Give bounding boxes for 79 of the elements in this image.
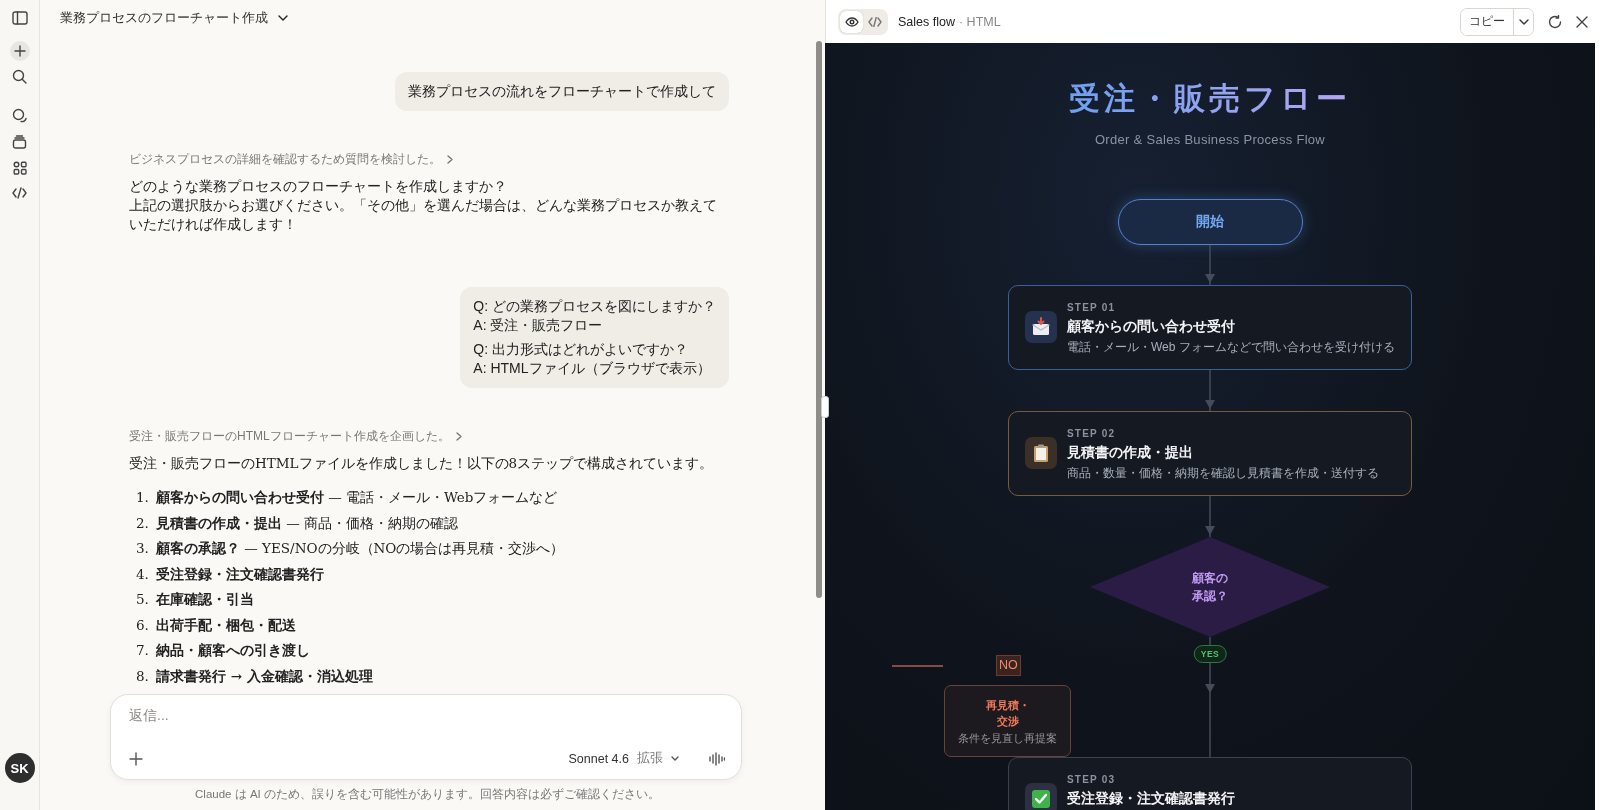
list-item-text: 顧客からの問い合わせ受付 — 電話・メール・Webフォームなど <box>156 488 558 507</box>
response-paragraph: 受注・販売フローのHTMLファイルを作成しました！以下の8ステップで構成されています。 <box>129 454 715 473</box>
artifact-title: Sales flow <box>898 14 955 29</box>
close-icon[interactable] <box>1576 15 1588 28</box>
list-number: 1. <box>136 488 148 507</box>
message-text: A: 受注・販売フロー <box>473 316 604 335</box>
envelope-icon <box>1030 316 1052 338</box>
step-description: 商品・数量・価格・納期を確認し見積書を作成・送付する <box>1067 465 1379 482</box>
step-number: STEP 02 <box>1067 428 1117 440</box>
list-number: 2. <box>136 513 148 533</box>
thinking-summary-text[interactable]: ビジネスプロセスの詳細を確認するため質問を検討した。 <box>129 151 441 168</box>
code-icon <box>867 16 882 27</box>
flowchart-subtitle: Order & Sales Business Process Flow <box>1094 131 1326 149</box>
list-item-text: 顧客の承認？ — YES/NOの分岐（NOの場合は再見積・交渉へ） <box>156 539 565 558</box>
message-text: Q: 出力形式はどれがよいですか？ <box>473 340 689 359</box>
step-title: 見積書の作成・提出 <box>1067 444 1194 460</box>
conversation-title[interactable]: 業務プロセスのフローチャート作成 <box>60 9 268 27</box>
yes-label: YES <box>1193 645 1227 663</box>
model-name: Sonnet 4.6 <box>568 751 629 766</box>
checkmark-icon <box>1030 788 1052 810</box>
user-avatar[interactable]: SK <box>4 753 35 783</box>
model-selector[interactable]: Sonnet 4.6 拡張 <box>568 750 679 767</box>
list-item-text: 見積書の作成・提出 — 商品・価格・納期の確認 <box>156 513 459 533</box>
connector-arrow <box>1204 370 1216 411</box>
new-chat-button[interactable] <box>9 41 30 61</box>
message-text: 業務プロセスの流れをフローチャートで作成して <box>408 82 716 101</box>
thinking-summary[interactable]: ビジネスプロセスの詳細を確認するため質問を検討した。 <box>129 151 729 168</box>
copy-options-button[interactable] <box>1513 8 1533 35</box>
list-number: 8. <box>136 666 148 686</box>
message-text: Q: どの業務プロセスを図にしますか？ <box>473 297 716 316</box>
eye-icon <box>844 16 859 27</box>
plus-icon[interactable] <box>129 751 143 766</box>
grid-icon[interactable] <box>12 161 27 175</box>
step-number: STEP 01 <box>1067 302 1117 314</box>
step-title: 顧客からの問い合わせ受付 <box>1067 318 1236 334</box>
chevron-down-icon <box>671 756 679 761</box>
artifact-type: · HTML <box>959 14 1001 29</box>
step-title: 受注登録・注文確認書発行 <box>1067 790 1235 806</box>
list-number: 5. <box>136 590 148 609</box>
chevron-down-icon[interactable] <box>278 15 288 21</box>
connector-arrow <box>1204 245 1216 285</box>
no-branch-line <box>892 665 943 667</box>
reply-input-field[interactable]: 返信... <box>129 707 725 723</box>
thinking-summary[interactable]: 受注・販売フローのHTMLフローチャート作成を企画した。 <box>129 428 729 445</box>
scrollbar-thumb[interactable] <box>816 41 822 598</box>
voice-waveform-icon[interactable] <box>709 751 725 766</box>
stack-icon[interactable] <box>12 135 27 149</box>
list-item-text: 在庫確認・引当 <box>156 590 254 609</box>
list-item-text: 出荷手配・梱包・配送 <box>156 615 296 635</box>
code-icon[interactable] <box>12 187 27 199</box>
chevron-right-icon[interactable] <box>455 432 462 441</box>
sidebar-toggle-icon[interactable] <box>11 11 28 25</box>
rework-title: 再見積・交渉 <box>984 697 1031 729</box>
refresh-icon[interactable] <box>1548 14 1562 29</box>
list-item-text: 受注登録・注文確認書発行 <box>156 564 324 584</box>
speech-bubbles-icon[interactable] <box>12 108 27 123</box>
step-number: STEP 03 <box>1067 774 1117 786</box>
chevron-down-icon <box>1518 18 1529 25</box>
search-icon[interactable] <box>12 69 27 84</box>
list-item-text: 納品・顧客への引き渡し <box>156 641 310 660</box>
list-item-text: 請求書発行 → 入金確認・消込処理 <box>156 666 373 686</box>
list-number: 4. <box>136 564 148 584</box>
thinking-summary-text[interactable]: 受注・販売フローのHTMLフローチャート作成を企画した。 <box>129 428 450 445</box>
list-number: 3. <box>136 539 148 558</box>
no-label: NO <box>996 655 1021 676</box>
disclaimer-text: Claude は AI のため、誤りを含む可能性があります。回答内容は必ずご確認ください。 <box>194 787 661 803</box>
chevron-right-icon[interactable] <box>447 155 453 164</box>
step-description: 電話・メール・Web フォームなどで問い合わせを受け付ける <box>1067 339 1395 356</box>
connector-arrow <box>1204 496 1216 537</box>
start-node: 開始 <box>1117 199 1303 245</box>
list-number: 6. <box>136 615 148 635</box>
list-number: 7. <box>136 641 148 660</box>
rework-description: 条件を見直し再提案 <box>958 731 1057 746</box>
preview-tab[interactable] <box>840 10 863 33</box>
plus-icon <box>13 45 26 57</box>
response-paragraph: どのような業務プロセスのフローチャートを作成しますか？ 上記の選択肢からお選びください。「その他」を選んだ場合は、どんな業務プロセスか教えていただければ作成します！ <box>129 177 718 234</box>
model-mode: 拡張 <box>637 750 663 767</box>
decision-label: 顧客の承認？ <box>1191 570 1229 605</box>
message-text: A: HTMLファイル（ブラウザで表示） <box>473 359 712 378</box>
